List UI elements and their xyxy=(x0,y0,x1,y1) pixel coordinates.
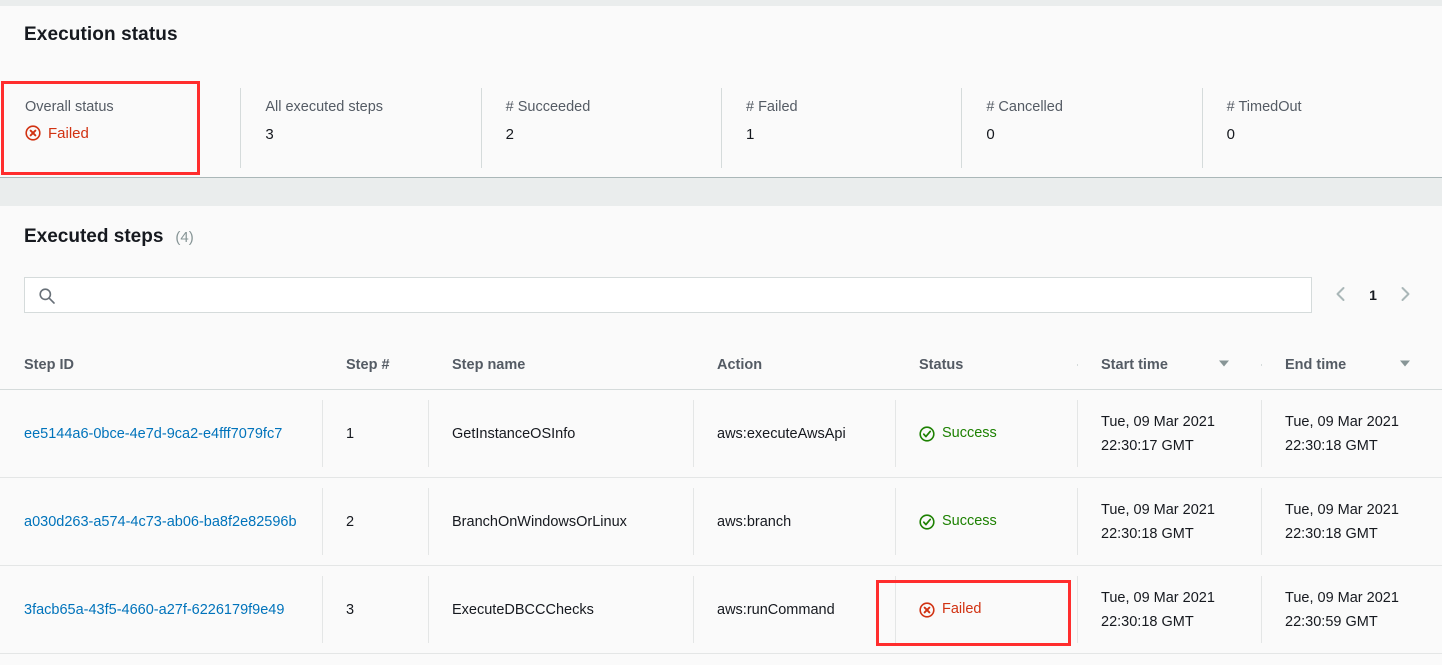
table-header-row: Step ID Step # Step name Action Status S… xyxy=(0,340,1442,390)
execution-detail-page: Execution status Overall status Failed xyxy=(0,0,1442,665)
column-label: Step name xyxy=(452,357,525,373)
stat-value: 3 xyxy=(265,125,480,145)
timestamp: Tue, 09 Mar 2021 22:30:17 GMT xyxy=(1101,410,1247,458)
table-row: a030d263-a574-4c73-ab06-ba8f2e82596b 2 B… xyxy=(0,478,1442,566)
cell-step-number: 1 xyxy=(322,390,428,477)
timestamp: Tue, 09 Mar 2021 22:30:18 GMT xyxy=(1285,410,1428,458)
step-id-link[interactable]: ee5144a6-0bce-4e7d-9ca2-e4fff7079fc7 xyxy=(24,422,282,446)
stat-value: 0 xyxy=(1227,125,1442,145)
pagination: 1 xyxy=(1322,277,1424,313)
cell-step-id: a030d263-a574-4c73-ab06-ba8f2e82596b xyxy=(0,478,322,565)
check-circle-icon xyxy=(919,426,935,442)
column-label: Action xyxy=(717,357,762,373)
column-header-step-name[interactable]: Step name xyxy=(428,357,693,373)
column-label: Start time xyxy=(1101,357,1168,373)
stat-overall-status: Overall status Failed xyxy=(0,82,240,178)
stat-label: # Cancelled xyxy=(986,98,1201,116)
column-label: Step ID xyxy=(24,357,74,373)
column-header-step-num[interactable]: Step # xyxy=(322,357,428,373)
stat-value: 0 xyxy=(986,125,1201,145)
execution-status-card: Execution status Overall status Failed xyxy=(0,6,1442,178)
timestamp: Tue, 09 Mar 2021 22:30:59 GMT xyxy=(1285,586,1428,634)
column-header-start-time[interactable]: Start time xyxy=(1077,356,1261,374)
cell-step-id: ee5144a6-0bce-4e7d-9ca2-e4fff7079fc7 xyxy=(0,390,322,477)
error-circle-icon xyxy=(25,125,41,141)
cell-step-name: GetInstanceOSInfo xyxy=(428,390,693,477)
pagination-current-page[interactable]: 1 xyxy=(1360,287,1386,303)
cell-end-time: Tue, 09 Mar 2021 22:30:18 GMT xyxy=(1261,390,1442,477)
status-badge: Success xyxy=(942,426,997,441)
cell-start-time: Tue, 09 Mar 2021 22:30:17 GMT xyxy=(1077,390,1261,477)
stat-failed: # Failed 1 xyxy=(721,82,961,178)
steps-count: (4) xyxy=(175,229,193,246)
stat-label: Overall status xyxy=(25,98,240,116)
column-header-action[interactable]: Action xyxy=(693,357,895,373)
timestamp: Tue, 09 Mar 2021 22:30:18 GMT xyxy=(1101,586,1247,634)
cell-status: Failed xyxy=(895,566,1077,653)
stat-label: # Succeeded xyxy=(506,98,721,116)
timestamp: Tue, 09 Mar 2021 22:30:18 GMT xyxy=(1101,498,1247,546)
cell-status: Success xyxy=(895,478,1077,565)
table-row: 3facb65a-43f5-4660-a27f-6226179f9e49 3 E… xyxy=(0,566,1442,654)
search-box[interactable] xyxy=(24,277,1312,313)
stat-cancelled: # Cancelled 0 xyxy=(961,82,1201,178)
execution-status-metrics: Overall status Failed All executed xyxy=(0,82,1442,178)
search-input[interactable] xyxy=(25,278,1311,312)
column-header-status[interactable]: Status xyxy=(895,357,1077,373)
cell-step-name: BranchOnWindowsOrLinux xyxy=(428,478,693,565)
column-label: Step # xyxy=(346,357,390,373)
cell-step-name: ExecuteDBCCChecks xyxy=(428,566,693,653)
caret-down-icon[interactable] xyxy=(1217,356,1231,374)
column-label: End time xyxy=(1285,357,1346,373)
error-circle-icon xyxy=(919,602,935,618)
cell-start-time: Tue, 09 Mar 2021 22:30:18 GMT xyxy=(1077,566,1261,653)
cell-end-time: Tue, 09 Mar 2021 22:30:18 GMT xyxy=(1261,478,1442,565)
stat-label: # Failed xyxy=(746,98,961,116)
pagination-prev-button[interactable] xyxy=(1322,277,1360,313)
check-circle-icon xyxy=(919,514,935,530)
cell-step-number: 2 xyxy=(322,478,428,565)
executed-steps-table: Step ID Step # Step name Action Status S… xyxy=(0,340,1442,654)
executed-steps-header: Executed steps (4) xyxy=(0,206,1442,248)
section-title: Executed steps xyxy=(24,226,163,248)
step-id-link[interactable]: a030d263-a574-4c73-ab06-ba8f2e82596b xyxy=(24,510,297,534)
stat-succeeded: # Succeeded 2 xyxy=(481,82,721,178)
pagination-next-button[interactable] xyxy=(1386,277,1424,313)
table-toolbar: 1 xyxy=(0,268,1442,322)
column-header-step-id[interactable]: Step ID xyxy=(0,357,322,373)
cell-action: aws:branch xyxy=(693,478,895,565)
executed-steps-card: Executed steps (4) xyxy=(0,206,1442,665)
search-icon xyxy=(38,287,56,310)
cell-step-number: 3 xyxy=(322,566,428,653)
status-badge: Failed xyxy=(48,126,89,141)
step-id-link[interactable]: 3facb65a-43f5-4660-a27f-6226179f9e49 xyxy=(24,598,284,622)
column-label: Status xyxy=(919,357,963,373)
status-badge: Success xyxy=(942,514,997,529)
cell-action: aws:executeAwsApi xyxy=(693,390,895,477)
stat-value: Failed xyxy=(25,125,240,147)
stat-all-executed-steps: All executed steps 3 xyxy=(240,82,480,178)
cell-start-time: Tue, 09 Mar 2021 22:30:18 GMT xyxy=(1077,478,1261,565)
stat-label: # TimedOut xyxy=(1227,98,1442,116)
stat-value: 1 xyxy=(746,125,961,145)
cell-step-id: 3facb65a-43f5-4660-a27f-6226179f9e49 xyxy=(0,566,322,653)
cell-status: Success xyxy=(895,390,1077,477)
chevron-left-icon xyxy=(1331,284,1351,307)
stat-timedout: # TimedOut 0 xyxy=(1202,82,1442,178)
caret-down-icon[interactable] xyxy=(1398,356,1412,374)
stat-label: All executed steps xyxy=(265,98,480,116)
table-row: ee5144a6-0bce-4e7d-9ca2-e4fff7079fc7 1 G… xyxy=(0,390,1442,478)
chevron-right-icon xyxy=(1395,284,1415,307)
cell-end-time: Tue, 09 Mar 2021 22:30:59 GMT xyxy=(1261,566,1442,653)
timestamp: Tue, 09 Mar 2021 22:30:18 GMT xyxy=(1285,498,1428,546)
cell-action: aws:runCommand xyxy=(693,566,895,653)
column-header-end-time[interactable]: End time xyxy=(1261,356,1442,374)
page-title: Execution status xyxy=(24,24,178,45)
stat-value: 2 xyxy=(506,125,721,145)
execution-status-header: Execution status xyxy=(0,6,1442,46)
status-badge: Failed xyxy=(942,602,982,617)
